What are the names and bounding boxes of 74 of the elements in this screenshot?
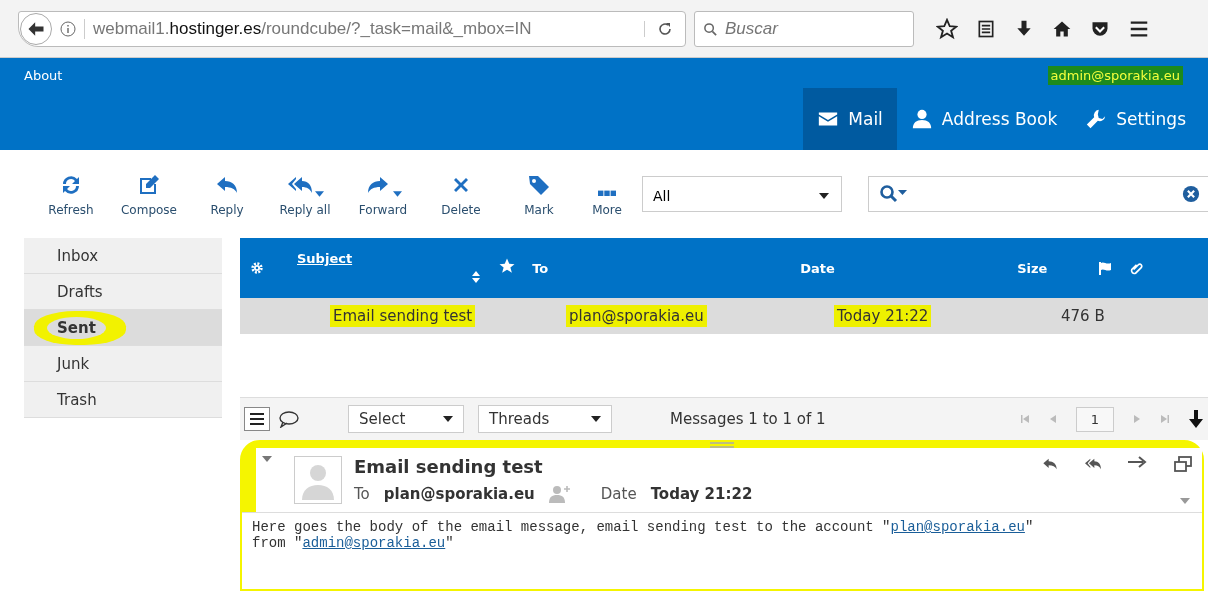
about-link[interactable]: About [24, 67, 63, 83]
flag-icon[interactable] [1097, 260, 1114, 276]
wrench-icon [1085, 108, 1108, 130]
toolbar-button[interactable]: Mark [500, 171, 578, 217]
select-dropdown[interactable]: Select [348, 405, 464, 433]
caret-icon [443, 416, 453, 422]
attachment-icon[interactable] [1129, 260, 1145, 276]
toolbar-button[interactable]: Reply all [266, 171, 344, 217]
search-icon[interactable] [879, 184, 909, 204]
date-label: Date [600, 485, 637, 503]
email-link[interactable]: admin@sporakia.eu [302, 535, 446, 551]
toolbar-button[interactable]: Delete [422, 171, 500, 217]
collapse-icon[interactable] [262, 456, 272, 462]
page-number-field[interactable]: 1 [1075, 406, 1114, 432]
star-icon[interactable] [936, 17, 958, 40]
message-body: Here goes the body of the email message, email sending test to the account "plan@sporakia.eu" from "admin@sporakia.eu" [242, 512, 1202, 589]
caret-icon[interactable] [1180, 498, 1190, 504]
reading-list-icon[interactable] [976, 18, 996, 39]
open-window-icon[interactable] [1174, 456, 1192, 472]
nav-tab[interactable]: Address Book [896, 88, 1072, 150]
caret-icon [819, 193, 829, 199]
back-icon[interactable] [20, 12, 52, 45]
to-cell: plan@sporakia.eu [566, 305, 707, 327]
person-icon [910, 108, 933, 130]
speech-bubble-icon[interactable] [278, 410, 300, 428]
tag-icon [526, 173, 552, 197]
url-text: webmail1.hostinger.es/roundcube/?_task=mail&_mbox=IN [84, 18, 636, 39]
caret-icon [314, 191, 324, 197]
folder-item[interactable]: Trash [24, 382, 222, 418]
reply-all-icon[interactable] [1084, 456, 1102, 472]
subject-column-header[interactable]: Subject [297, 251, 353, 266]
star-icon[interactable] [498, 257, 517, 275]
search-icon [703, 21, 718, 37]
toolbar-button[interactable]: Compose [110, 171, 188, 217]
folder-item[interactable]: Sent [24, 310, 222, 346]
folder-item[interactable]: Inbox [24, 238, 222, 274]
email-link[interactable]: plan@sporakia.eu [890, 519, 1025, 535]
list-options-icon[interactable] [244, 407, 270, 431]
folder-item[interactable]: Junk [24, 346, 222, 382]
mail-search-field[interactable] [868, 176, 1208, 212]
arrow-down-icon[interactable] [1188, 410, 1204, 428]
forward-icon[interactable] [1128, 456, 1148, 468]
recipient-address: plan@sporakia.eu [383, 485, 535, 503]
clear-icon[interactable] [1182, 185, 1200, 203]
filter-dropdown[interactable]: All [642, 176, 842, 212]
date-column-header[interactable]: Date [800, 260, 1018, 276]
to-label: To [354, 485, 370, 503]
search-field[interactable]: Buscar [694, 10, 914, 47]
threads-dropdown[interactable]: Threads [478, 405, 612, 433]
message-row[interactable]: Email sending test plan@sporakia.eu Today 21:22 476 B [240, 298, 1208, 334]
toolbar-button[interactable]: Forward [344, 171, 422, 217]
resize-handle-icon[interactable] [710, 442, 734, 448]
avatar-icon [294, 456, 342, 504]
message-subject: Email sending test [354, 456, 544, 477]
message-count: Messages 1 to 1 of 1 [670, 410, 826, 428]
user-email: admin@sporakia.eu [1047, 65, 1183, 85]
to-column-header[interactable]: To [532, 260, 801, 276]
nav-tab[interactable]: Mail [803, 88, 897, 150]
size-cell-text: 476 B [1061, 307, 1106, 325]
nav-tab[interactable]: Settings [1071, 88, 1200, 150]
caret-icon [392, 191, 402, 197]
sort-icon[interactable] [472, 271, 481, 283]
info-icon[interactable] [60, 20, 76, 37]
date-cell: Today 21:22 [834, 305, 932, 327]
message-date: Today 21:22 [650, 485, 753, 503]
caret-icon [591, 416, 601, 422]
size-column-header[interactable]: Size [1017, 260, 1098, 276]
toolbar-button[interactable]: Refresh [32, 171, 110, 217]
toolbar-button[interactable]: Reply [188, 171, 266, 217]
reply-icon[interactable] [1042, 456, 1058, 472]
settings-icon[interactable] [250, 261, 264, 275]
toolbar-button[interactable]: More [578, 171, 636, 217]
address-bar[interactable]: webmail1.hostinger.es/roundcube/?_task=mail&_mbox=IN [18, 10, 686, 47]
subject-cell: Email sending test [330, 305, 476, 327]
